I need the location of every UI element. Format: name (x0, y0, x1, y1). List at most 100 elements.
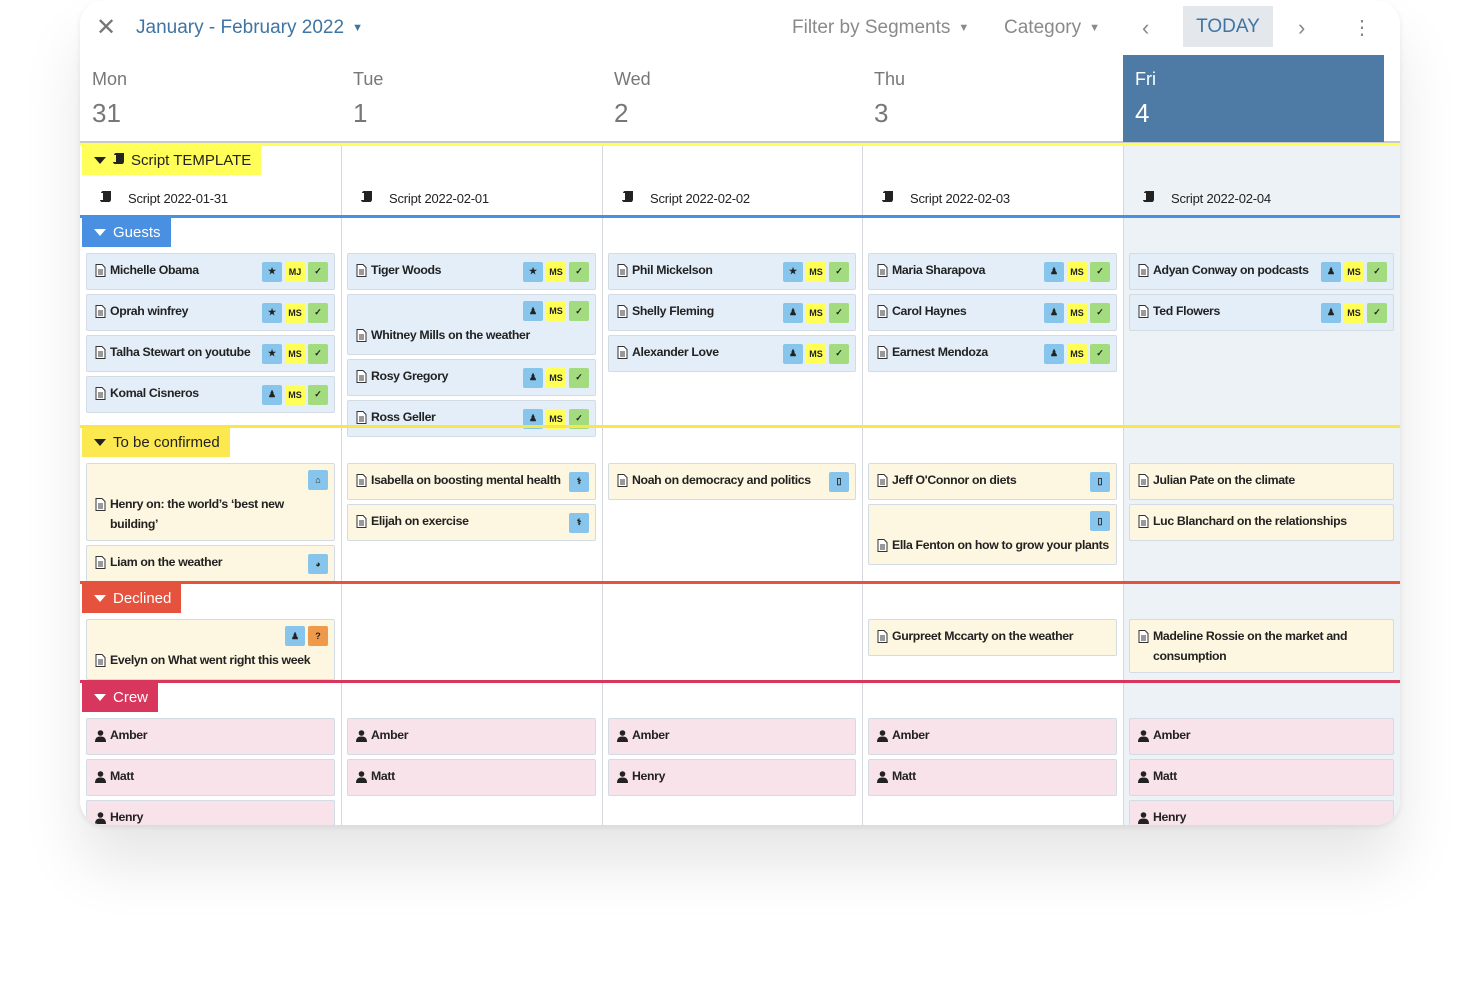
badges: ▯ (1090, 471, 1110, 492)
section-script-template: Script TEMPLATE Script 2022-01-31 Script 2… (80, 143, 1400, 215)
crew-name-wrap: Matt (95, 766, 134, 789)
today-button[interactable]: TODAY (1183, 6, 1273, 47)
script-link[interactable]: Script 2022-02-03 (868, 178, 1117, 218)
script-link[interactable]: Script 2022-02-01 (347, 178, 596, 218)
event-card[interactable]: Luc Blanchard on the relationships (1129, 504, 1394, 541)
event-title: Tiger Woods (371, 263, 442, 277)
crew-item[interactable]: Matt (347, 759, 596, 796)
section-toggle[interactable]: Declined (82, 584, 182, 613)
event-title: Alexander Love (632, 345, 719, 359)
section-toggle[interactable]: To be confirmed (82, 428, 230, 457)
user-icon (877, 769, 888, 789)
event-card[interactable]: Talha Stewart on youtube ★ MS ✓ (86, 335, 335, 372)
day-header-wed[interactable]: Wed 2 (602, 55, 862, 142)
event-card[interactable]: Adyan Conway on podcasts ♟ MS ✓ (1129, 253, 1394, 290)
event-title-wrap: Carol Haynes (877, 301, 967, 324)
day-cell: Script 2022-02-02 (602, 178, 862, 218)
badges: ♟ MS ✓ (1321, 302, 1387, 323)
day-cell: Madeline Rossie on the market and consum… (1123, 619, 1400, 680)
event-card[interactable]: Whitney Mills on the weather ♟ MS ✓ (347, 294, 596, 355)
event-title-wrap: Liam on the weather (95, 552, 223, 575)
category-dropdown[interactable]: Category ▼ (1004, 0, 1100, 55)
event-card[interactable]: Noah on democracy and politics ▯ (608, 463, 856, 500)
section-label: Declined (113, 590, 172, 607)
script-link[interactable]: Script 2022-02-04 (1129, 178, 1394, 218)
event-card[interactable]: Rosy Gregory ♟ MS ✓ (347, 359, 596, 396)
chevron-left-icon[interactable]: ‹ (1142, 0, 1149, 55)
bank-icon: ⌂ (308, 470, 328, 490)
event-card[interactable]: Evelyn on What went right this week ♟? (86, 619, 335, 680)
crew-item[interactable]: Matt (868, 759, 1117, 796)
day-header-tue[interactable]: Tue 1 (341, 55, 602, 142)
badges: ▯ (1090, 511, 1110, 531)
crew-item[interactable]: Amber (608, 718, 856, 755)
event-card[interactable]: Earnest Mendoza ♟ MS ✓ (868, 335, 1117, 372)
badges: ♟ MS ✓ (523, 301, 589, 321)
day-header-mon[interactable]: Mon 31 (80, 55, 341, 142)
crew-name-wrap: Matt (1138, 766, 1177, 789)
event-card[interactable]: Elijah on exercise ⚕ (347, 504, 596, 541)
check-icon: ✓ (308, 302, 328, 323)
crew-item[interactable]: Amber (347, 718, 596, 755)
date-range-dropdown[interactable]: January - February 2022 ▼ (136, 0, 363, 55)
event-card[interactable]: Ella Fenton on how to grow your plants ▯ (868, 504, 1117, 565)
day-cell: Evelyn on What went right this week ♟? (80, 619, 341, 680)
section-toggle[interactable]: Script TEMPLATE (82, 146, 262, 175)
crew-item[interactable]: Henry (608, 759, 856, 796)
event-card[interactable]: Julian Pate on the climate (1129, 463, 1394, 500)
event-card[interactable]: Maria Sharapova ♟ MS ✓ (868, 253, 1117, 290)
script-link[interactable]: Script 2022-02-02 (608, 178, 856, 218)
badges: ★ MS ✓ (523, 261, 589, 282)
user-icon (1138, 728, 1149, 748)
event-card[interactable]: Phil Mickelson ★ MS ✓ (608, 253, 856, 290)
event-card[interactable]: Alexander Love ♟ MS ✓ (608, 335, 856, 372)
stethoscope-icon: ⚕ (569, 471, 589, 492)
day-date: 31 (92, 98, 121, 128)
crew-name-wrap: Henry (1138, 807, 1186, 825)
event-card[interactable]: Michelle Obama ★ MJ ✓ (86, 253, 335, 290)
day-cell: Phil Mickelson ★ MS ✓ Shelly Fleming ♟ MS ✓ Alex… (602, 253, 862, 437)
section-crew: Crew Amber Matt Henry Amber Matt Amber Henry Amb… (80, 680, 1400, 825)
event-title-wrap: Shelly Fleming (617, 301, 714, 324)
event-card[interactable]: Madeline Rossie on the market and consum… (1129, 619, 1394, 673)
crew-item[interactable]: Henry (1129, 800, 1394, 825)
crew-item[interactable]: Matt (86, 759, 335, 796)
crew-item[interactable]: Amber (868, 718, 1117, 755)
crew-item[interactable]: Henry (86, 800, 335, 825)
user-icon (617, 769, 628, 789)
event-card[interactable]: Komal Cisneros ♟ MS ✓ (86, 376, 335, 413)
event-card[interactable]: Tiger Woods ★ MS ✓ (347, 253, 596, 290)
script-link[interactable]: Script 2022-01-31 (86, 178, 335, 218)
event-card[interactable]: Ted Flowers ♟ MS ✓ (1129, 294, 1394, 331)
filter-segments-dropdown[interactable]: Filter by Segments ▼ (792, 0, 969, 55)
event-card[interactable]: Liam on the weather ◕ (86, 545, 335, 582)
day-header-fri[interactable]: Fri 4 (1123, 55, 1384, 142)
event-card[interactable]: Oprah winfrey ★ MS ✓ (86, 294, 335, 331)
section-toggle[interactable]: Guests (82, 218, 171, 247)
chevron-right-icon[interactable]: › (1298, 0, 1305, 55)
crew-item[interactable]: Matt (1129, 759, 1394, 796)
script-icon (882, 190, 902, 206)
section-toggle[interactable]: Crew (82, 683, 159, 712)
crew-item[interactable]: Amber (1129, 718, 1394, 755)
event-card[interactable]: Carol Haynes ♟ MS ✓ (868, 294, 1117, 331)
close-icon[interactable]: ✕ (96, 0, 116, 55)
badge-ms: MS (285, 384, 305, 405)
event-card[interactable]: Shelly Fleming ♟ MS ✓ (608, 294, 856, 331)
check-icon: ✓ (829, 302, 849, 323)
day-header-thu[interactable]: Thu 3 (862, 55, 1123, 142)
event-title: Julian Pate on the climate (1153, 473, 1295, 487)
more-vertical-icon[interactable]: ⋮ (1352, 0, 1372, 55)
event-card[interactable]: Gurpreet Mccarty on the weather (868, 619, 1117, 656)
event-card[interactable]: Henry on: the world’s ‘best new building… (86, 463, 335, 541)
day-cell: Maria Sharapova ♟ MS ✓ Carol Haynes ♟ MS ✓ Earne… (862, 253, 1123, 437)
section-label: To be confirmed (113, 434, 220, 451)
badges: ♟ MS ✓ (523, 367, 589, 388)
event-card[interactable]: Jeff O'Connor on diets ▯ (868, 463, 1117, 500)
badges: ⚕ (569, 512, 589, 533)
crew-name: Matt (110, 769, 134, 783)
crew-item[interactable]: Amber (86, 718, 335, 755)
event-card[interactable]: Isabella on boosting mental health ⚕ (347, 463, 596, 500)
section-grid: Amber Matt Henry Amber Matt Amber Henry Amber Ma… (80, 718, 1400, 825)
crew-name-wrap: Henry (617, 766, 665, 789)
